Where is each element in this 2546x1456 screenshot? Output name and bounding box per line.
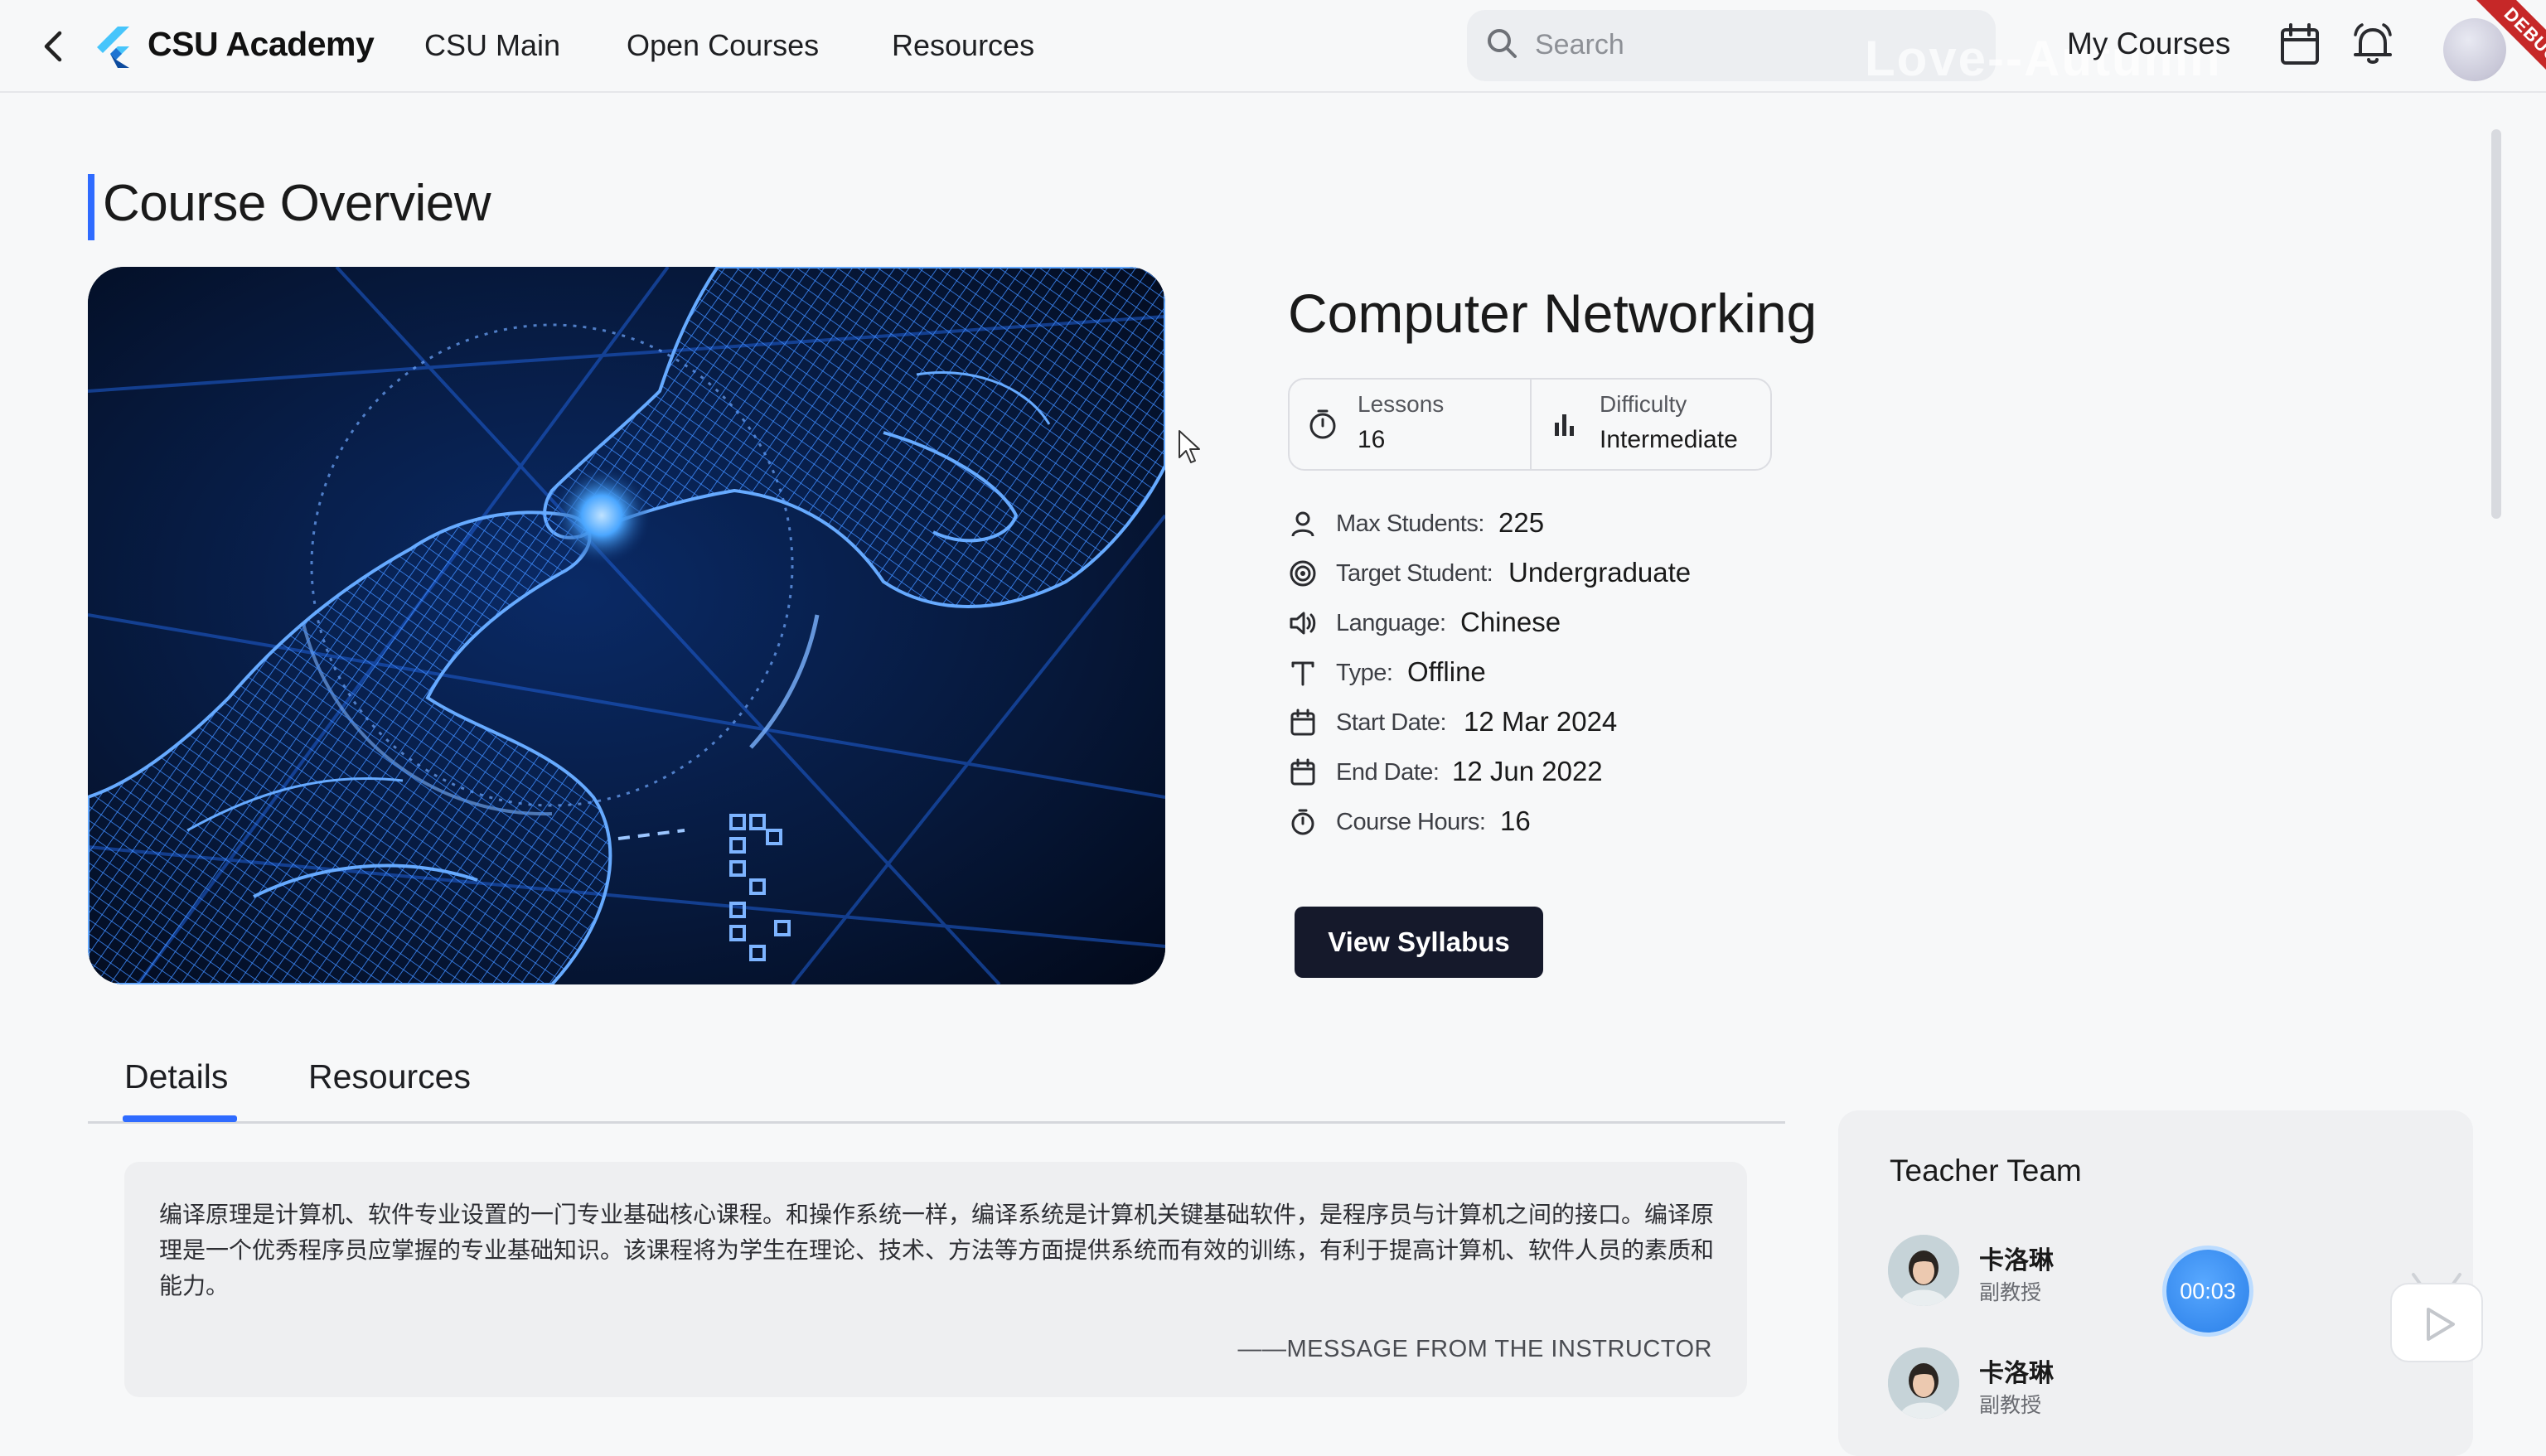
flutter-logo-icon[interactable] xyxy=(93,25,134,70)
detail-value: Chinese xyxy=(1460,607,1561,637)
user-icon xyxy=(1291,511,1314,537)
search-icon xyxy=(1488,29,1517,58)
view-syllabus-button[interactable]: View Syllabus xyxy=(1295,907,1543,978)
teacher-role: 副教授 xyxy=(1979,1393,2042,1417)
nav-link-resources[interactable]: Resources xyxy=(892,28,1034,63)
teacher-name: 卡洛琳 xyxy=(1979,1246,2054,1275)
heading-accent-bar xyxy=(88,174,94,240)
tab-details[interactable]: Details xyxy=(124,1057,228,1096)
lessons-stat: Lessons 16 xyxy=(1290,380,1530,469)
active-tab-indicator xyxy=(123,1115,237,1122)
detail-label: Max Students: xyxy=(1336,510,1484,537)
teacher-avatar xyxy=(1888,1235,1959,1306)
teacher-team-title: Teacher Team xyxy=(1890,1154,2082,1188)
page-scrollbar[interactable] xyxy=(2491,129,2501,519)
teacher-team-panel: Teacher Team 卡洛琳 副教授 卡洛琳 副教授 xyxy=(1838,1110,2473,1456)
mouse-cursor-icon xyxy=(1179,430,1200,463)
content-tabs: Details Resources xyxy=(88,1036,1785,1124)
my-courses-link[interactable]: My Courses xyxy=(2067,27,2230,61)
calendar-icon xyxy=(1290,758,1315,786)
instructor-message-text: 编译原理是计算机、软件专业设置的一门专业基础核心课程。和操作系统一样，编译系统是… xyxy=(159,1201,1715,1299)
detail-value: Undergraduate xyxy=(1508,557,1692,588)
user-avatar[interactable] xyxy=(2443,18,2506,81)
nav-link-csu-main[interactable]: CSU Main xyxy=(424,28,560,63)
bar-chart-icon xyxy=(1555,414,1574,436)
detail-label: End Date: xyxy=(1336,759,1440,786)
stopwatch-icon xyxy=(1309,409,1336,439)
page-title: Course Overview xyxy=(103,175,491,232)
lessons-label: Lessons xyxy=(1358,391,1445,417)
teacher-role: 副教授 xyxy=(1979,1280,2042,1304)
detail-value: 16 xyxy=(1500,805,1531,836)
speaker-icon xyxy=(1290,612,1316,635)
detail-value: 12 Jun 2022 xyxy=(1452,756,1603,786)
detail-value: Offline xyxy=(1407,656,1486,687)
teacher-avatar xyxy=(1888,1347,1959,1419)
recording-timer-badge[interactable]: 00:03 xyxy=(2166,1250,2249,1333)
teacher-item[interactable]: 卡洛琳 副教授 xyxy=(1888,1346,2302,1420)
detail-label: Start Date: xyxy=(1336,709,1447,736)
detail-label: Course Hours: xyxy=(1336,809,1486,835)
bell-icon xyxy=(2354,23,2392,64)
back-button[interactable] xyxy=(33,25,75,68)
play-icon xyxy=(2427,1308,2455,1341)
course-stats-card: Lessons 16 Difficulty Intermediate xyxy=(1288,378,1772,471)
calendar-icon xyxy=(1290,709,1315,736)
difficulty-label: Difficulty xyxy=(1600,391,1687,417)
course-cover-image xyxy=(88,267,1165,984)
text-type-icon xyxy=(1291,661,1314,686)
instructor-message-card: 编译原理是计算机、软件专业设置的一门专业基础核心课程。和操作系统一样，编译系统是… xyxy=(124,1162,1747,1397)
app-root: CSU Academy CSU Main Open Courses Resour… xyxy=(0,0,2546,1456)
calendar-button[interactable] xyxy=(2276,20,2324,70)
top-bar: CSU Academy CSU Main Open Courses Resour… xyxy=(0,0,2546,102)
target-icon xyxy=(1290,560,1316,587)
detail-value: 225 xyxy=(1498,507,1545,538)
difficulty-value: Intermediate xyxy=(1600,426,1738,453)
detail-label: Language: xyxy=(1336,610,1446,636)
lessons-value: 16 xyxy=(1358,426,1386,453)
calendar-icon xyxy=(2281,23,2319,65)
detail-label: Target Student: xyxy=(1336,560,1493,587)
difficulty-stat: Difficulty Intermediate xyxy=(1532,380,1772,469)
tab-resources[interactable]: Resources xyxy=(308,1057,471,1096)
chevron-left-icon xyxy=(44,31,62,62)
detail-label: Type: xyxy=(1336,660,1393,686)
notifications-button[interactable] xyxy=(2349,20,2397,70)
course-title: Computer Networking xyxy=(1288,283,1818,344)
brand-name[interactable]: CSU Academy xyxy=(148,25,375,64)
detail-value: 12 Mar 2024 xyxy=(1464,706,1618,737)
nav-link-open-courses[interactable]: Open Courses xyxy=(627,28,819,63)
instructor-message-signature: ——MESSAGE FROM THE INSTRUCTOR xyxy=(1237,1336,1712,1362)
teacher-name: 卡洛琳 xyxy=(1979,1359,2054,1388)
floating-play-button[interactable] xyxy=(2390,1283,2483,1362)
stopwatch-icon xyxy=(1291,809,1314,835)
wireframe-hands-illustration xyxy=(88,267,1165,984)
